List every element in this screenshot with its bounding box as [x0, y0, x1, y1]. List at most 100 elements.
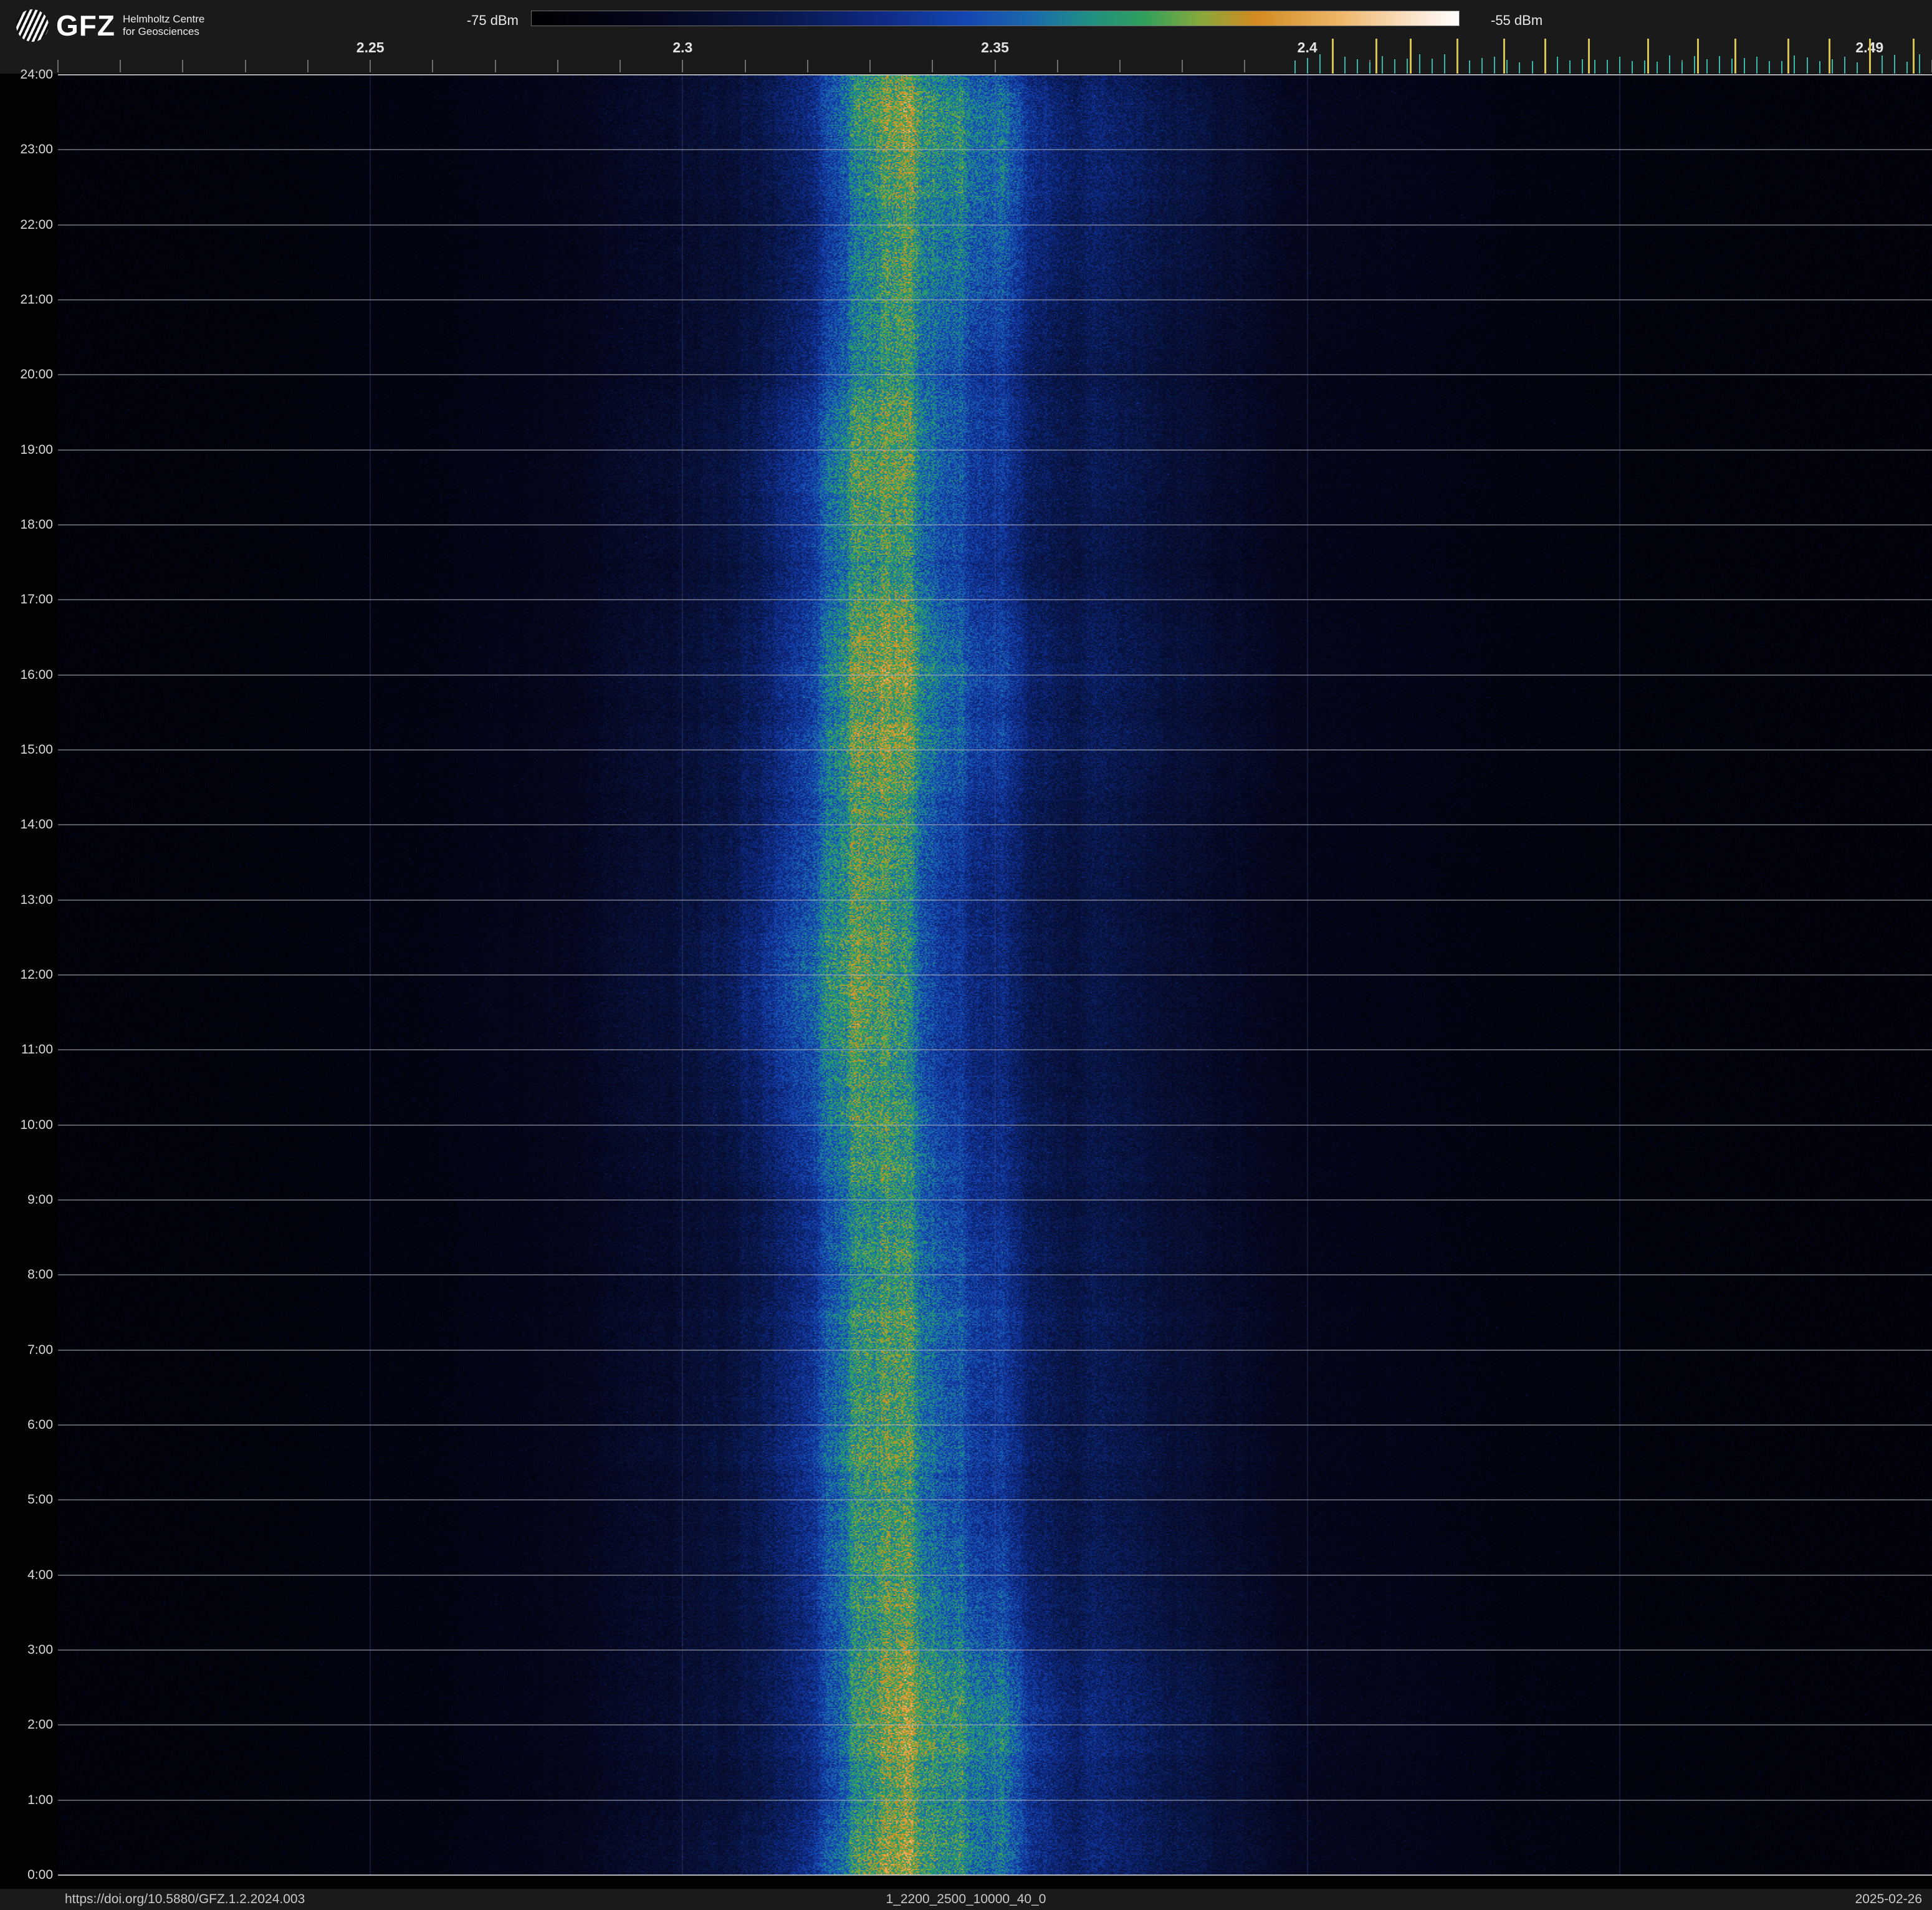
detector-tick-yellow	[1829, 39, 1830, 74]
detector-tick-yellow	[1544, 39, 1546, 74]
time-axis-label: 13:00	[0, 893, 53, 908]
detector-tick-teal	[1319, 54, 1321, 74]
date-label: 2025-02-26	[1855, 1892, 1922, 1907]
freq-minor-tick	[495, 60, 496, 72]
detector-tick-teal	[1669, 55, 1670, 74]
freq-minor-tick	[557, 60, 558, 72]
time-axis-label: 8:00	[0, 1267, 53, 1282]
gfz-logo: GFZ Helmholtz Centre for Geosciences	[16, 9, 204, 42]
gfz-logo-text: GFZ	[56, 9, 115, 42]
time-axis-label: 17:00	[0, 592, 53, 607]
freq-gridline	[1619, 75, 1620, 1875]
time-axis-label: 24:00	[0, 67, 53, 82]
freq-minor-tick	[995, 60, 996, 72]
detector-tick-teal	[1694, 56, 1695, 74]
detector-tick-yellow	[1787, 39, 1789, 74]
detector-tick-yellow	[1410, 39, 1412, 74]
detector-tick-yellow	[1734, 39, 1736, 74]
detector-tick-teal	[1506, 60, 1508, 74]
freq-minor-tick	[869, 60, 871, 72]
time-axis-label: 15:00	[0, 742, 53, 757]
detector-tick-teal	[1407, 59, 1408, 74]
freq-minor-tick	[182, 60, 183, 72]
gfz-org-line1: Helmholtz Centre	[123, 13, 204, 26]
freq-minor-tick	[619, 60, 621, 72]
detector-tick-teal	[1369, 62, 1370, 74]
detector-tick-yellow	[1588, 39, 1590, 74]
time-axis-label: 19:00	[0, 443, 53, 458]
dataset-id-label: 1_2200_2500_10000_40_0	[886, 1892, 1046, 1907]
time-axis-label: 7:00	[0, 1343, 53, 1358]
detector-tick-teal	[1307, 58, 1308, 74]
detector-tick-teal	[1344, 57, 1346, 74]
freq-gridline	[995, 75, 996, 1875]
detector-tick-teal	[1519, 62, 1520, 74]
detector-tick-yellow	[1913, 39, 1915, 74]
time-axis-label: 20:00	[0, 367, 53, 382]
freq-minor-tick	[1182, 60, 1183, 72]
detector-tick-teal	[1644, 60, 1645, 74]
detector-tick-teal	[1844, 57, 1845, 74]
freq-minor-tick	[745, 60, 746, 72]
freq-minor-tick	[682, 60, 683, 72]
time-axis-label: 23:00	[0, 142, 53, 157]
time-axis-label: 1:00	[0, 1793, 53, 1808]
detector-tick-yellow	[1869, 39, 1871, 74]
detector-tick-yellow	[1503, 39, 1505, 74]
detector-tick-teal	[1419, 54, 1420, 74]
time-axis-label: 22:00	[0, 218, 53, 233]
detector-tick-teal	[1607, 60, 1608, 74]
detector-tick-teal	[1744, 58, 1745, 74]
footer-bar: https://doi.org/10.5880/GFZ.1.2.2024.003…	[0, 1889, 1932, 1910]
freq-tick-label: 2.4	[1298, 39, 1317, 56]
detector-tick-teal	[1919, 54, 1920, 74]
time-axis-label: 11:00	[0, 1042, 53, 1057]
detector-tick-teal	[1807, 57, 1808, 74]
time-axis-label: 16:00	[0, 668, 53, 683]
detector-tick-teal	[1731, 59, 1733, 74]
time-axis-label: 4:00	[0, 1568, 53, 1583]
detector-tick-teal	[1781, 61, 1782, 74]
detector-tick-teal	[1894, 55, 1895, 74]
detector-tick-teal	[1857, 62, 1858, 74]
detector-tick-teal	[1832, 59, 1833, 74]
time-axis-label: 14:00	[0, 817, 53, 832]
time-axis-label: 2:00	[0, 1717, 53, 1732]
freq-tick-label: 2.25	[356, 39, 385, 56]
detector-tick-teal	[1481, 58, 1483, 74]
detector-tick-teal	[1382, 56, 1383, 74]
detector-tick-teal	[1819, 61, 1820, 74]
detector-tick-teal	[1719, 56, 1720, 74]
detector-tick-teal	[1432, 59, 1433, 74]
detector-tick-yellow	[1647, 39, 1649, 74]
color-scale-max-label: -55 dBm	[1491, 12, 1542, 29]
detector-tick-teal	[1469, 60, 1470, 74]
time-axis-label: 9:00	[0, 1193, 53, 1207]
freq-tick-label: 2.3	[672, 39, 692, 56]
freq-minor-tick	[932, 60, 933, 72]
time-axis-label: 12:00	[0, 967, 53, 982]
detector-tick-teal	[1494, 57, 1495, 74]
detector-tick-teal	[1756, 57, 1757, 74]
detector-tick-teal	[1706, 59, 1708, 74]
time-axis-label: 21:00	[0, 292, 53, 307]
detector-tick-teal	[1681, 62, 1683, 74]
doi-link[interactable]: https://doi.org/10.5880/GFZ.1.2.2024.003	[65, 1892, 305, 1907]
freq-gridline	[370, 75, 371, 1875]
gfz-logo-icon	[16, 9, 49, 42]
freq-minor-tick	[1057, 60, 1058, 72]
freq-minor-tick	[807, 60, 808, 72]
detector-tick-teal	[1632, 61, 1633, 74]
detector-tick-teal	[1906, 62, 1908, 74]
time-axis-label: 18:00	[0, 517, 53, 532]
time-axis-label: 5:00	[0, 1492, 53, 1507]
freq-gridline	[682, 75, 683, 1875]
detector-tick-teal	[1582, 59, 1583, 74]
color-scale-min-label: -75 dBm	[436, 12, 519, 29]
freq-minor-tick	[1119, 60, 1121, 72]
detector-tick-teal	[1569, 60, 1571, 74]
detector-tick-teal	[1294, 60, 1296, 74]
freq-minor-tick	[307, 60, 308, 72]
detector-tick-yellow	[1332, 39, 1334, 74]
detector-tick-teal	[1532, 61, 1533, 74]
